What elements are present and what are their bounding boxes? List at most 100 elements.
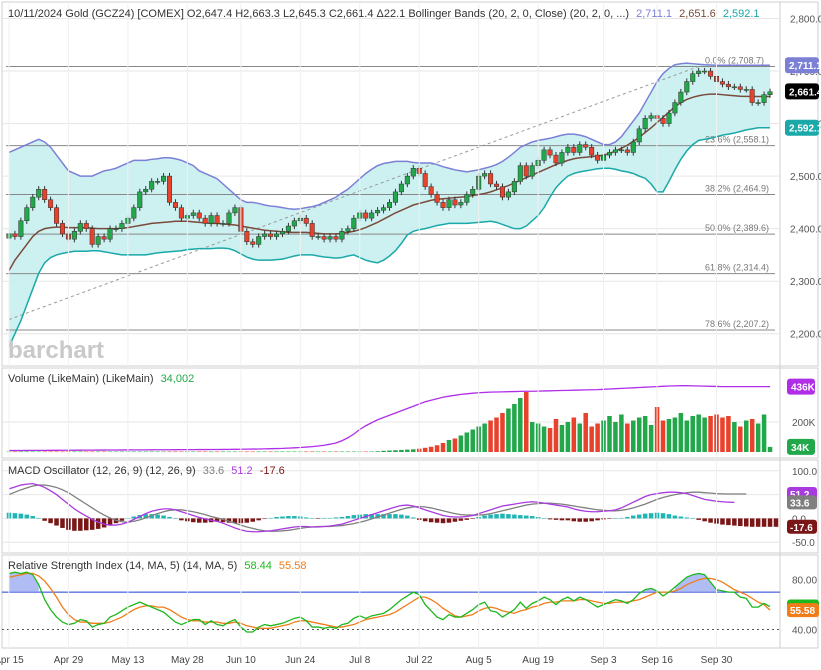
macd-histogram-bar[interactable] bbox=[470, 518, 475, 519]
volume-bar[interactable] bbox=[244, 451, 250, 453]
volume-bar[interactable] bbox=[393, 450, 398, 452]
volume-bar[interactable] bbox=[78, 451, 83, 453]
volume-bar[interactable] bbox=[113, 451, 119, 453]
macd-histogram-bar[interactable] bbox=[428, 518, 434, 523]
volume-bar[interactable] bbox=[494, 417, 499, 453]
volume-bar[interactable] bbox=[434, 445, 440, 452]
macd-histogram-bar[interactable] bbox=[393, 514, 398, 519]
macd-histogram-bar[interactable] bbox=[660, 513, 666, 519]
volume-bar[interactable] bbox=[173, 451, 178, 453]
macd-histogram-bar[interactable] bbox=[755, 518, 761, 527]
macd-histogram-bar[interactable] bbox=[553, 518, 559, 520]
macd-histogram-bar[interactable] bbox=[625, 516, 630, 519]
volume-bar[interactable] bbox=[529, 422, 535, 452]
macd-histogram-bar[interactable] bbox=[607, 518, 612, 519]
macd-histogram-bar[interactable] bbox=[434, 518, 440, 523]
volume-bar[interactable] bbox=[583, 413, 588, 452]
volume-bar[interactable] bbox=[732, 422, 737, 452]
macd-histogram-bar[interactable] bbox=[12, 513, 18, 519]
macd-histogram-bar[interactable] bbox=[333, 517, 339, 519]
macd-histogram-bar[interactable] bbox=[631, 515, 636, 519]
volume-bar[interactable] bbox=[220, 451, 226, 453]
macd-histogram-bar[interactable] bbox=[244, 518, 250, 523]
volume-bar[interactable] bbox=[595, 423, 600, 453]
macd-histogram-bar[interactable] bbox=[743, 518, 749, 527]
volume-bar[interactable] bbox=[547, 428, 553, 452]
macd-histogram-bar[interactable] bbox=[72, 518, 77, 531]
volume-bar[interactable] bbox=[500, 413, 505, 452]
volume-bar[interactable] bbox=[107, 451, 113, 453]
volume-bar[interactable] bbox=[749, 419, 755, 452]
price-candle[interactable] bbox=[517, 162, 523, 185]
macd-histogram-bar[interactable] bbox=[749, 518, 755, 527]
macd-histogram-bar[interactable] bbox=[506, 514, 511, 519]
macd-histogram-bar[interactable] bbox=[494, 514, 499, 519]
macd-histogram-bar[interactable] bbox=[351, 515, 357, 519]
macd-histogram-bar[interactable] bbox=[613, 518, 618, 519]
macd-histogram-bar[interactable] bbox=[589, 518, 594, 522]
volume-bar[interactable] bbox=[589, 426, 594, 453]
macd-histogram-bar[interactable] bbox=[345, 516, 351, 519]
volume-bar[interactable] bbox=[660, 420, 666, 453]
volume-bar[interactable] bbox=[613, 422, 618, 452]
volume-bar[interactable] bbox=[440, 443, 446, 452]
macd-histogram-bar[interactable] bbox=[250, 518, 256, 522]
volume-bar[interactable] bbox=[636, 417, 642, 453]
price-candle[interactable] bbox=[89, 225, 95, 248]
volume-bar[interactable] bbox=[36, 451, 41, 453]
volume-bar[interactable] bbox=[488, 420, 493, 453]
volume-bar[interactable] bbox=[179, 451, 184, 453]
macd-histogram-bar[interactable] bbox=[36, 518, 41, 519]
price-candle[interactable] bbox=[309, 220, 315, 240]
macd-histogram-bar[interactable] bbox=[690, 518, 695, 519]
volume-bar[interactable] bbox=[666, 419, 672, 452]
volume-bar[interactable] bbox=[84, 451, 89, 453]
volume-bar[interactable] bbox=[428, 446, 434, 452]
rsi-panel[interactable]: 80.0040.0058.4455.58 bbox=[2, 571, 819, 637]
macd-histogram-bar[interactable] bbox=[339, 516, 345, 519]
volume-bar[interactable] bbox=[268, 451, 273, 453]
macd-histogram-bar[interactable] bbox=[684, 517, 690, 519]
macd-histogram-bar[interactable] bbox=[173, 518, 178, 519]
volume-bar[interactable] bbox=[339, 451, 345, 453]
volume-bar[interactable] bbox=[381, 450, 386, 452]
macd-histogram-bar[interactable] bbox=[678, 516, 684, 519]
macd-histogram-bar[interactable] bbox=[672, 515, 678, 519]
price-candle[interactable] bbox=[749, 86, 755, 106]
macd-histogram-bar[interactable] bbox=[726, 518, 731, 526]
macd-histogram-bar[interactable] bbox=[54, 518, 59, 526]
macd-histogram-bar[interactable] bbox=[458, 518, 464, 521]
macd-histogram-bar[interactable] bbox=[24, 514, 30, 519]
macd-histogram-bar[interactable] bbox=[304, 517, 309, 519]
macd-histogram-bar[interactable] bbox=[60, 518, 65, 528]
volume-bar[interactable] bbox=[405, 449, 410, 452]
macd-histogram-bar[interactable] bbox=[488, 514, 493, 519]
volume-bar[interactable] bbox=[226, 451, 232, 453]
volume-bar[interactable] bbox=[541, 426, 547, 453]
macd-histogram-bar[interactable] bbox=[327, 517, 333, 519]
volume-bar[interactable] bbox=[30, 451, 36, 453]
volume-bar[interactable] bbox=[702, 417, 707, 453]
volume-bar[interactable] bbox=[565, 422, 571, 452]
volume-bar[interactable] bbox=[95, 451, 101, 453]
volume-bar[interactable] bbox=[351, 451, 357, 453]
macd-panel[interactable]: 100.050.00.0-50.051.233.6-17.6 bbox=[2, 467, 817, 549]
volume-bar[interactable] bbox=[690, 416, 695, 452]
macd-histogram-bar[interactable] bbox=[292, 516, 297, 519]
macd-histogram-bar[interactable] bbox=[648, 513, 654, 519]
macd-histogram-bar[interactable] bbox=[286, 516, 291, 519]
volume-bar[interactable] bbox=[648, 425, 654, 452]
volume-bar[interactable] bbox=[315, 451, 321, 453]
macd-histogram-bar[interactable] bbox=[30, 516, 36, 519]
macd-histogram-bar[interactable] bbox=[547, 518, 553, 520]
volume-bar[interactable] bbox=[309, 451, 315, 453]
volume-bar[interactable] bbox=[143, 451, 148, 453]
volume-bar[interactable] bbox=[54, 451, 59, 453]
volume-bar[interactable] bbox=[631, 420, 636, 453]
macd-histogram-bar[interactable] bbox=[256, 518, 261, 521]
macd-histogram-bar[interactable] bbox=[167, 516, 172, 519]
volume-bar[interactable] bbox=[48, 451, 53, 453]
macd-histogram-bar[interactable] bbox=[720, 518, 725, 525]
volume-bar[interactable] bbox=[708, 416, 713, 452]
macd-histogram-bar[interactable] bbox=[500, 513, 505, 519]
